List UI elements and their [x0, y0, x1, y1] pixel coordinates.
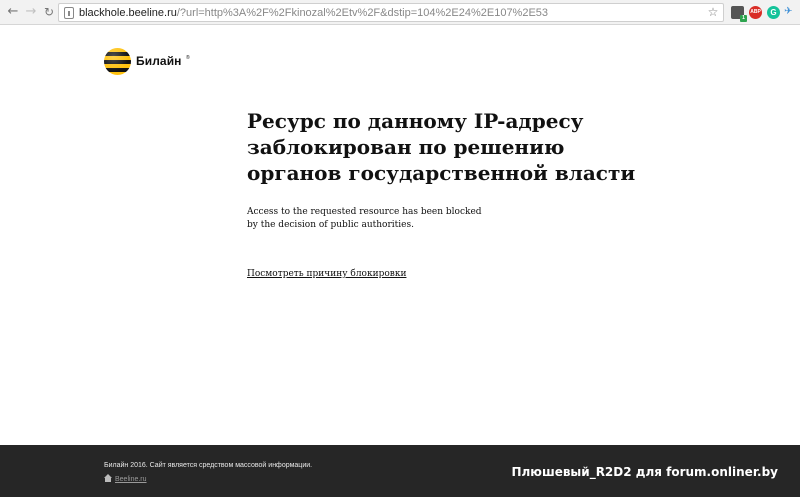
page-info-icon[interactable]: [64, 7, 74, 19]
footer-copyright: Билайн 2016. Сайт является средством мас…: [104, 462, 313, 469]
beeline-logo[interactable]: Билайн ®: [104, 48, 190, 76]
reload-icon[interactable]: ↻: [42, 4, 56, 20]
headline-line: Ресурс по данному IP-адресу: [247, 109, 584, 133]
headline-line: заблокирован по решению: [247, 135, 565, 159]
extension-icon[interactable]: 1: [731, 6, 747, 22]
back-arrow-icon[interactable]: ←: [6, 4, 20, 20]
logo-text: Билайн: [136, 54, 182, 68]
headline-line: органов государственной власти: [247, 161, 636, 185]
address-bar[interactable]: blackhole.beeline.ru/?url=http%3A%2F%2Fk…: [58, 3, 724, 22]
trademark-mark: ®: [186, 55, 190, 61]
browser-toolbar: ← → ↻ blackhole.beeline.ru/?url=http%3A%…: [0, 0, 800, 25]
adblock-plus-icon[interactable]: ABP: [749, 6, 762, 19]
blocked-description: Access to the requested resource has bee…: [247, 206, 607, 232]
description-line: Access to the requested resource has bee…: [247, 207, 482, 217]
grammarly-icon[interactable]: G: [767, 6, 780, 19]
beeline-stripes-icon: [104, 48, 131, 75]
url-query: /?url=http%3A%2F%2Fkinozal%2Etv%2F&dstip…: [176, 7, 549, 19]
bookmark-star-icon[interactable]: ☆: [706, 4, 720, 20]
block-reason-link[interactable]: Посмотреть причину блокировки: [247, 268, 406, 280]
home-icon: [104, 474, 112, 482]
extension-badge: 1: [740, 15, 747, 22]
url-host: blackhole.beeline.ru: [79, 7, 177, 19]
footer-home-link[interactable]: Beeline.ru: [104, 474, 147, 484]
watermark-text: Плюшевый_R2D2 для forum.onliner.by: [511, 465, 778, 479]
page-title: Ресурс по данному IP-адресу заблокирован…: [247, 108, 636, 186]
footer-link-label: Beeline.ru: [115, 476, 147, 483]
url-text[interactable]: blackhole.beeline.ru/?url=http%3A%2F%2Fk…: [79, 6, 548, 20]
forward-arrow-icon[interactable]: →: [24, 4, 38, 20]
footer: Билайн 2016. Сайт является средством мас…: [0, 445, 800, 497]
bird-extension-icon[interactable]: ✈: [784, 7, 798, 17]
description-line: by the decision of public authorities.: [247, 220, 414, 230]
